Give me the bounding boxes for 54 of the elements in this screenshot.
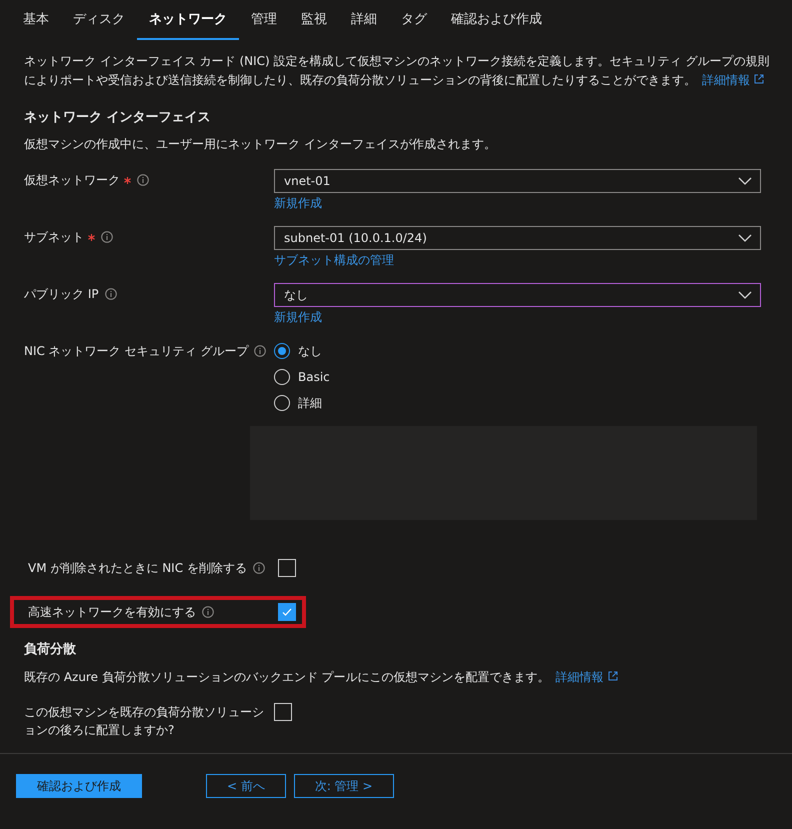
intro-text: ネットワーク インターフェイス カード (NIC) 設定を構成して仮想マシンのネットワーク接続を定義します。セキュリティ グループの規則によりポートや受信および送信接続を制御したり、既存の負荷分散ソリューションの背後に配置したりすることができます。 詳細情報 bbox=[24, 53, 770, 89]
info-icon bbox=[137, 174, 149, 186]
field-label: パブリック IP bbox=[24, 286, 99, 302]
check-icon bbox=[281, 606, 293, 618]
external-link-icon bbox=[754, 74, 764, 84]
nav-button[interactable]: < 前へ bbox=[206, 774, 286, 798]
external-link-icon bbox=[608, 671, 618, 681]
field-label: VM が削除されたときに NIC を削除する bbox=[28, 560, 247, 576]
tab[interactable]: 基本 bbox=[11, 4, 61, 40]
section-description: 仮想マシンの作成中に、ユーザー用にネットワーク インターフェイスが作成されます。 bbox=[24, 136, 497, 153]
field-label: この仮想マシンを既存の負荷分散ソリューションの後ろに配置しますか? bbox=[24, 704, 265, 739]
section-heading: 負荷分散 bbox=[24, 641, 77, 658]
required-icon bbox=[88, 234, 95, 240]
info-icon bbox=[101, 231, 113, 243]
learn-more-link[interactable]: 詳細情報 bbox=[702, 73, 750, 87]
chevron-down-icon bbox=[738, 234, 752, 242]
dropdown[interactable]: なし bbox=[274, 283, 761, 307]
field-label: 仮想ネットワーク bbox=[24, 172, 120, 188]
checkbox[interactable] bbox=[274, 703, 292, 721]
field-label: 高速ネットワークを有効にする bbox=[28, 604, 196, 620]
info-icon bbox=[252, 562, 265, 574]
chevron-down-icon bbox=[738, 177, 752, 185]
create-link[interactable]: サブネット構成の管理 bbox=[274, 252, 394, 269]
tab[interactable]: 監視 bbox=[289, 4, 339, 40]
radio-label: 詳細 bbox=[298, 394, 322, 412]
field-label: サブネット bbox=[24, 228, 84, 246]
tab[interactable]: ネットワーク bbox=[137, 4, 239, 40]
section-heading: ネットワーク インターフェイス bbox=[24, 109, 212, 126]
tab[interactable]: 確認および作成 bbox=[439, 4, 554, 40]
nav-button[interactable]: 次: 管理 > bbox=[294, 774, 394, 798]
create-link[interactable]: 新規作成 bbox=[274, 195, 322, 212]
info-icon bbox=[202, 606, 214, 618]
section-description: 既存の Azure 負荷分散ソリューションのバックエンド プールにこの仮想マシンを配置できます。 bbox=[24, 670, 550, 684]
radio-button[interactable] bbox=[274, 369, 290, 385]
info-icon bbox=[104, 288, 117, 300]
radio-label: Basic bbox=[298, 370, 330, 384]
dropdown[interactable]: vnet-01 bbox=[274, 169, 761, 193]
dropdown[interactable]: subnet-01 (10.0.1.0/24) bbox=[274, 226, 761, 250]
info-icon bbox=[254, 345, 266, 357]
tab[interactable]: ディスク bbox=[61, 4, 137, 40]
create-button[interactable]: 確認および作成 bbox=[16, 774, 142, 798]
checkbox[interactable] bbox=[278, 603, 296, 621]
radio-button[interactable] bbox=[274, 395, 290, 411]
checkbox[interactable] bbox=[278, 559, 296, 577]
radio-label: なし bbox=[298, 342, 322, 360]
tab[interactable]: 管理 bbox=[239, 4, 289, 40]
learn-more-link[interactable]: 詳細情報 bbox=[556, 670, 604, 684]
radio-button[interactable] bbox=[274, 343, 290, 359]
tab[interactable]: 詳細 bbox=[339, 4, 389, 40]
tab[interactable]: タグ bbox=[389, 4, 439, 40]
required-icon bbox=[124, 176, 131, 184]
chevron-down-icon bbox=[738, 291, 752, 299]
field-label: NIC ネットワーク セキュリティ グループ bbox=[24, 342, 248, 360]
create-link[interactable]: 新規作成 bbox=[274, 309, 322, 326]
